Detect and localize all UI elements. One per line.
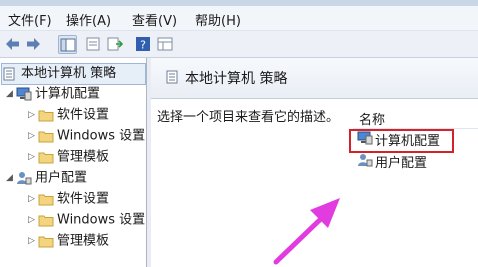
description-text: 选择一个项目来查看它的描述。 xyxy=(157,110,340,125)
collapsed-arrow-icon[interactable]: ▷ xyxy=(28,105,38,125)
help-icon[interactable]: ? xyxy=(134,35,152,53)
tree-item-computer-software[interactable]: ▷ 软件设置 xyxy=(28,105,109,125)
policy-doc-icon xyxy=(165,70,179,88)
details-header: 本地计算机 策略 xyxy=(151,58,478,99)
tree-item-computer-windows[interactable]: ▷ Windows 设置 xyxy=(28,126,145,146)
highlight-box xyxy=(349,129,454,153)
toolbar: ? xyxy=(0,31,478,58)
folder-icon xyxy=(38,213,54,227)
tree-item-computer[interactable]: ◢ 计算机配置 xyxy=(6,84,100,104)
expanded-arrow-icon[interactable]: ◢ xyxy=(6,84,16,104)
menu-bar: 文件(F) 操作(A) 查看(V) 帮助(H) xyxy=(0,6,478,31)
properties-icon[interactable] xyxy=(84,35,102,53)
annotation-arrow-icon xyxy=(273,198,340,265)
view-icon[interactable] xyxy=(156,35,174,53)
list-item-user[interactable]: 用户配置 xyxy=(357,153,427,173)
tree-item-computer-admin[interactable]: ▷ 管理模板 xyxy=(28,147,109,167)
folder-icon xyxy=(38,150,54,164)
collapsed-arrow-icon[interactable]: ▷ xyxy=(28,126,38,146)
export-icon[interactable] xyxy=(106,35,124,53)
tree-item-windows-label: Windows 设置 xyxy=(57,212,146,228)
menu-file[interactable]: 文件(F) xyxy=(8,10,52,29)
back-icon[interactable] xyxy=(4,35,22,53)
tree-pane: 本地计算机 策略 ◢ 计算机配置 ▷ 软件设置 ▷ Windows 设置 ▷ 管… xyxy=(0,58,147,267)
folder-icon xyxy=(38,129,54,143)
collapsed-arrow-icon[interactable]: ▷ xyxy=(28,189,38,209)
user-icon xyxy=(16,171,32,185)
svg-text:?: ? xyxy=(140,39,146,52)
collapsed-arrow-icon[interactable]: ▷ xyxy=(28,231,38,251)
menu-help[interactable]: 帮助(H) xyxy=(195,10,241,29)
show-tree-icon[interactable] xyxy=(58,35,77,54)
tree-item-windows-label: Windows 设置 xyxy=(57,128,146,144)
tree-root[interactable]: 本地计算机 策略 xyxy=(1,63,146,85)
menu-action[interactable]: 操作(A) xyxy=(66,10,111,29)
menu-view[interactable]: 查看(V) xyxy=(132,10,177,29)
tree-item-admin-label: 管理模板 xyxy=(57,233,110,249)
tree-item-admin-label: 管理模板 xyxy=(57,149,110,165)
tree-item-user-windows[interactable]: ▷ Windows 设置 xyxy=(28,210,145,230)
tree-item-user-label: 用户配置 xyxy=(35,170,88,186)
collapsed-arrow-icon[interactable]: ▷ xyxy=(28,147,38,167)
list-item-user-label: 用户配置 xyxy=(375,156,428,171)
expanded-arrow-icon[interactable]: ◢ xyxy=(6,168,16,188)
tree-item-computer-label: 计算机配置 xyxy=(35,86,101,102)
folder-icon xyxy=(38,108,54,122)
column-header-label: 名称 xyxy=(359,113,386,128)
user-icon xyxy=(357,153,373,174)
tree-item-user[interactable]: ◢ 用户配置 xyxy=(6,168,87,188)
column-header-name[interactable]: 名称 xyxy=(353,106,478,129)
tree-item-user-software[interactable]: ▷ 软件设置 xyxy=(28,189,109,209)
computer-icon xyxy=(16,87,32,101)
folder-icon xyxy=(38,192,54,206)
details-title: 本地计算机 策略 xyxy=(185,71,288,87)
tree-item-software-label: 软件设置 xyxy=(57,191,110,207)
forward-icon[interactable] xyxy=(24,35,42,53)
policy-doc-icon xyxy=(2,67,18,81)
tree-root-label: 本地计算机 策略 xyxy=(21,66,117,81)
collapsed-arrow-icon[interactable]: ▷ xyxy=(28,210,38,230)
folder-icon xyxy=(38,234,54,248)
tree-item-software-label: 软件设置 xyxy=(57,107,110,123)
tree-item-user-admin[interactable]: ▷ 管理模板 xyxy=(28,231,109,251)
